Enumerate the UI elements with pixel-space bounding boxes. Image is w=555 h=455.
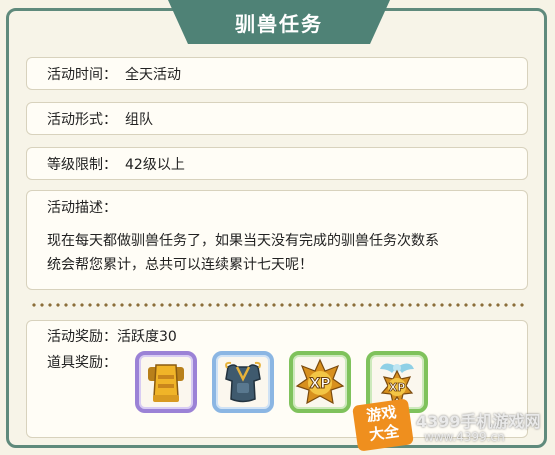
svg-text:XP: XP bbox=[389, 381, 406, 394]
dotted-divider bbox=[30, 303, 524, 307]
reward-item-slot[interactable] bbox=[212, 351, 274, 413]
watermark-text: 4399手机游戏网 bbox=[416, 412, 541, 431]
reward-item-slot[interactable] bbox=[135, 351, 197, 413]
description-line-2: 统会帮您累计，总共可以连续累计七天呢！ bbox=[47, 257, 313, 273]
description-box: 活动描述： 现在每天都做驯兽任务了，如果当天没有完成的驯兽任务次数系 统会帮您累… bbox=[26, 190, 528, 290]
activity-form-row: 活动形式： 组队 bbox=[26, 102, 528, 135]
blue-armor-icon bbox=[225, 361, 261, 403]
item-reward-label: 道具奖励： bbox=[47, 355, 117, 371]
watermark-logo: 游戏 大全 bbox=[352, 398, 414, 452]
description-text: 现在每天都做驯兽任务了，如果当天没有完成的驯兽任务次数系 统会帮您累计，总共可以… bbox=[47, 229, 515, 277]
level-limit-label: 等级限制： bbox=[47, 156, 117, 173]
gold-armor-icon bbox=[148, 364, 184, 402]
activity-reward-row: 活动奖励：活跃度30 bbox=[47, 326, 177, 346]
reward-item-slot[interactable]: XP bbox=[289, 351, 351, 413]
activity-form-label: 活动形式： bbox=[47, 111, 117, 128]
activity-reward-value: 活跃度30 bbox=[117, 329, 177, 345]
level-limit-row: 等级限制： 42级以上 bbox=[26, 147, 528, 180]
activity-form-value: 组队 bbox=[125, 111, 153, 128]
panel-title: 驯兽任务 bbox=[168, 0, 390, 44]
svg-text:XP: XP bbox=[309, 376, 330, 392]
activity-time-value: 全天活动 bbox=[125, 66, 181, 83]
level-limit-value: 42级以上 bbox=[125, 156, 185, 173]
activity-time-row: 活动时间： 全天活动 bbox=[26, 57, 528, 90]
activity-time-label: 活动时间： bbox=[47, 66, 117, 83]
activity-reward-label: 活动奖励： bbox=[47, 329, 117, 345]
description-line-1: 现在每天都做驯兽任务了，如果当天没有完成的驯兽任务次数系 bbox=[47, 233, 439, 249]
xp-badge-icon: XP bbox=[295, 358, 345, 405]
watermark-url: www.4399.cn bbox=[424, 430, 505, 444]
description-label: 活动描述： bbox=[47, 200, 117, 216]
